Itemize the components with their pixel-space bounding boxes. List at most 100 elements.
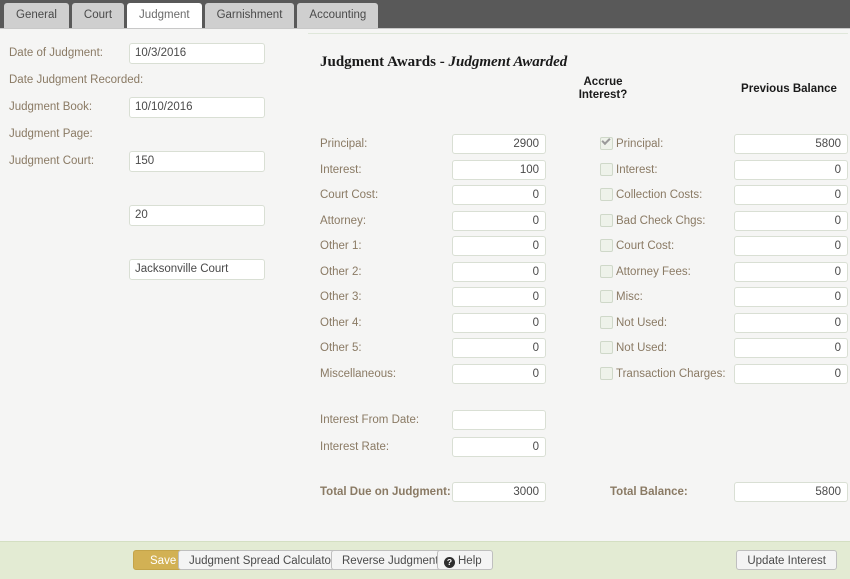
help-button-label: Help (458, 555, 482, 567)
accrue-interest-checkbox[interactable] (600, 264, 613, 278)
previous-balance-input[interactable]: 0 (734, 287, 848, 307)
accrue-interest-label: Not Used: (616, 316, 668, 329)
previous-balance-input[interactable]: 0 (734, 312, 848, 333)
accrue-interest-checkbox[interactable] (600, 290, 613, 303)
judgment-details-panel: Date of Judgment: 10/3/2016 Date Judgment … (0, 29, 300, 280)
awards-heading: Judgment Awards - Judgment Awarded (320, 54, 567, 71)
interest-rate-input[interactable]: 0 (452, 437, 546, 457)
interest-from-date-row: Interest From Date: (300, 410, 850, 435)
award-row: Other 1: 0 Court Cost: 0 (300, 236, 850, 261)
award-row: Principal: 2900 Principal: 5800 (300, 134, 850, 159)
award-label: Principal: (320, 138, 368, 150)
award-row: Court Cost: 0 Collection Costs: 0 (300, 185, 850, 210)
awards-heading-status: Judgment Awarded (448, 54, 568, 70)
accrue-header-line2: Interest? (578, 89, 628, 101)
accrue-interest-label: Misc: (616, 291, 643, 303)
award-row: Other 4: 0 Not Used: 0 (300, 312, 850, 338)
total-balance-label: Total Balance: (610, 486, 688, 498)
previous-balance-header: Previous Balance (741, 83, 837, 95)
accrue-interest-label: Bad Check Chgs: (616, 214, 706, 227)
previous-balance-input[interactable]: 5800 (734, 134, 848, 154)
total-due-label: Total Due on Judgment: (320, 486, 451, 498)
judgment-awards-panel: Judgment Awards - Judgment Awarded Accru… (300, 29, 850, 542)
tab-general[interactable]: General (4, 3, 69, 28)
field-label: Judgment Page: (9, 127, 93, 140)
accrue-interest-checkbox[interactable] (600, 315, 613, 329)
action-toolbar: Save Judgment Spread Calculator Reverse … (0, 541, 850, 579)
field-label: Judgment Book: (9, 100, 93, 113)
award-label: Interest: (320, 163, 362, 176)
previous-balance-input[interactable]: 0 (734, 159, 848, 180)
award-amount-input[interactable]: 0 (452, 312, 546, 333)
previous-balance-input[interactable]: 0 (734, 185, 848, 205)
award-amount-input[interactable]: 0 (452, 338, 546, 358)
accrue-interest-header: Accrue Interest? (555, 76, 651, 102)
accrue-header-line1: Accrue (583, 76, 623, 88)
total-due-input[interactable]: 3000 (452, 482, 546, 502)
previous-balance-input[interactable]: 0 (734, 363, 848, 384)
previous-balance-input[interactable]: 0 (734, 236, 848, 256)
update-interest-button[interactable]: Update Interest (736, 550, 837, 570)
accrue-interest-label: Collection Costs: (616, 189, 703, 201)
accrue-interest-checkbox[interactable] (600, 162, 613, 176)
accrue-interest-label: Principal: (616, 138, 664, 150)
judgment-field-row: Date Judgment Recorded: 10/10/2016 (0, 66, 300, 118)
totals-row: Total Due on Judgment: 3000 Total Balanc… (300, 482, 850, 507)
award-amount-input[interactable]: 0 (452, 210, 546, 231)
previous-balance-input[interactable]: 0 (734, 261, 848, 282)
help-icon: ? (444, 557, 455, 568)
help-button[interactable]: ? Help (437, 550, 493, 570)
previous-balance-input[interactable]: 0 (734, 338, 848, 358)
accrue-interest-checkbox[interactable] (600, 137, 613, 150)
accrue-interest-checkbox[interactable] (600, 239, 613, 252)
accrue-interest-label: Not Used: (616, 342, 668, 354)
accrue-interest-label: Attorney Fees: (616, 265, 691, 278)
award-label: Other 2: (320, 265, 362, 278)
award-label: Other 3: (320, 291, 362, 303)
interest-rate-label: Interest Rate: (320, 441, 390, 453)
tab-court[interactable]: Court (71, 3, 125, 28)
award-label: Other 5: (320, 342, 362, 354)
judgment-field-row: Date of Judgment: 10/3/2016 (0, 39, 300, 66)
tab-strip: General Court Judgment Garnishment Accountin… (0, 0, 850, 29)
award-label: Other 4: (320, 316, 362, 329)
award-amount-input[interactable]: 0 (452, 185, 546, 205)
tab-judgment[interactable]: Judgment (127, 3, 202, 28)
accrue-interest-label: Transaction Charges: (616, 367, 726, 380)
tab-accounting[interactable]: Accounting (297, 3, 379, 28)
field-input[interactable]: Jacksonville Court (129, 259, 265, 280)
accrue-interest-label: Interest: (616, 163, 658, 176)
interest-rate-row: Interest Rate: 0 (300, 437, 850, 462)
field-input[interactable]: 10/3/2016 (129, 43, 265, 64)
tab-garnishment[interactable]: Garnishment (204, 3, 295, 28)
award-amount-input[interactable]: 0 (452, 261, 546, 282)
judgment-field-row: Judgment Court: Jacksonville Court (0, 147, 300, 280)
award-row: Other 3: 0 Misc: 0 (300, 287, 850, 312)
field-label: Judgment Court: (9, 154, 95, 167)
award-amount-input[interactable]: 2900 (452, 134, 546, 154)
previous-balance-input[interactable]: 0 (734, 210, 848, 231)
award-amount-input[interactable]: 0 (452, 287, 546, 307)
panel-divider (308, 33, 848, 34)
accrue-interest-label: Court Cost: (616, 240, 675, 252)
accrue-interest-checkbox[interactable] (600, 341, 613, 354)
reverse-judgment-button[interactable]: Reverse Judgment (331, 550, 450, 570)
award-amount-input[interactable]: 0 (452, 363, 546, 384)
award-label: Attorney: (320, 214, 367, 227)
interest-from-date-input[interactable] (452, 410, 546, 430)
judgment-field-row: Judgment Book: 150 (0, 93, 300, 172)
award-amount-input[interactable]: 0 (452, 236, 546, 256)
award-row: Attorney: 0 Bad Check Chgs: 0 (300, 210, 850, 236)
award-row: Other 5: 0 Not Used: 0 (300, 338, 850, 363)
award-amount-input[interactable]: 100 (452, 159, 546, 180)
judgment-spread-calculator-button[interactable]: Judgment Spread Calculator (178, 550, 346, 570)
accrue-interest-checkbox[interactable] (600, 366, 613, 380)
award-row: Miscellaneous: 0 Transaction Charges: 0 (300, 363, 850, 389)
total-balance-input[interactable]: 5800 (734, 482, 848, 502)
award-label: Other 1: (320, 240, 362, 252)
field-label: Date of Judgment: (9, 46, 103, 59)
awards-heading-prefix: Judgment Awards - (320, 54, 449, 70)
accrue-interest-checkbox[interactable] (600, 213, 613, 227)
accrue-interest-checkbox[interactable] (600, 188, 613, 201)
field-input[interactable]: 20 (129, 205, 265, 226)
